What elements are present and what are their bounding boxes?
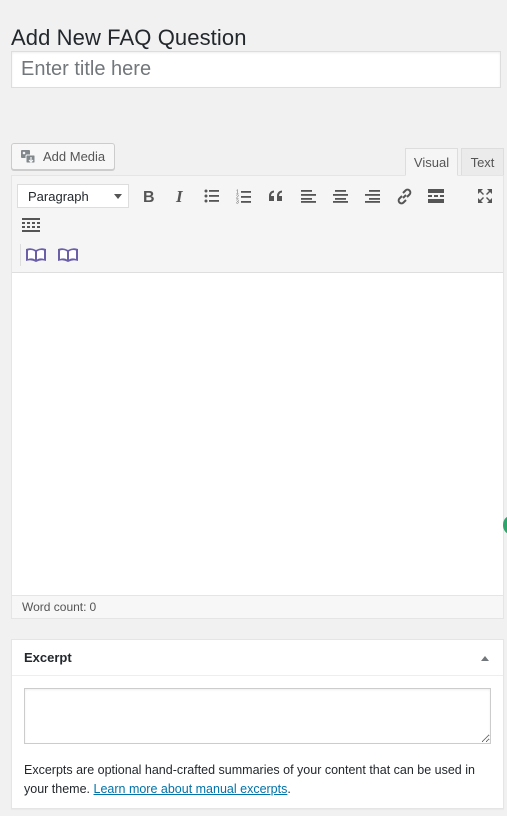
bulleted-list-icon[interactable] xyxy=(199,183,225,209)
read-more-icon[interactable] xyxy=(423,183,449,209)
tab-text[interactable]: Text xyxy=(461,148,504,176)
align-right-icon[interactable] xyxy=(359,183,385,209)
page-title: Add New FAQ Question xyxy=(11,24,247,50)
word-count-value: 0 xyxy=(89,600,97,614)
toolbar-toggle-icon[interactable] xyxy=(18,212,44,238)
media-icon xyxy=(20,149,38,165)
align-left-icon[interactable] xyxy=(295,183,321,209)
title-input[interactable] xyxy=(11,51,501,88)
format-select[interactable]: Paragraph xyxy=(17,184,129,208)
word-count-label: Word count: xyxy=(22,600,87,614)
excerpt-textarea[interactable] xyxy=(24,688,491,744)
align-center-icon[interactable] xyxy=(327,183,353,209)
svg-text:3: 3 xyxy=(236,199,239,204)
svg-text:B: B xyxy=(143,189,155,204)
add-media-button[interactable]: Add Media xyxy=(11,143,116,170)
book-icon[interactable] xyxy=(55,242,81,268)
excerpt-learn-more-link[interactable]: Learn more about manual excerpts xyxy=(94,782,288,796)
italic-icon[interactable]: I xyxy=(167,183,193,209)
excerpt-metabox: Excerpt Excerpts are optional hand-craft… xyxy=(11,639,504,809)
editor-toolbar: Paragraph B I 1 2 3 xyxy=(12,176,503,273)
blockquote-icon[interactable] xyxy=(263,183,289,209)
add-media-label: Add Media xyxy=(43,149,106,164)
svg-text:I: I xyxy=(175,188,184,204)
format-select-value: Paragraph xyxy=(28,188,89,204)
editor-content-area[interactable] xyxy=(12,273,503,596)
excerpt-title: Excerpt xyxy=(24,650,72,665)
toolbar-divider xyxy=(20,244,21,266)
fullscreen-icon[interactable] xyxy=(472,183,498,209)
excerpt-help-text: Excerpts are optional hand-crafted summa… xyxy=(24,761,494,799)
bold-icon[interactable]: B xyxy=(135,183,161,209)
excerpt-help-end: . xyxy=(287,782,291,796)
collapse-arrow-icon[interactable] xyxy=(481,656,489,661)
link-icon[interactable] xyxy=(391,183,417,209)
editor-status-bar: Word count: 0 xyxy=(12,595,503,618)
book-icon[interactable] xyxy=(23,242,49,268)
tab-visual[interactable]: Visual xyxy=(405,148,458,176)
excerpt-header[interactable]: Excerpt xyxy=(12,640,503,676)
numbered-list-icon[interactable]: 1 2 3 xyxy=(231,183,257,209)
content-editor: Paragraph B I 1 2 3 Word count: 0 xyxy=(11,175,504,619)
chevron-down-icon xyxy=(114,194,122,199)
